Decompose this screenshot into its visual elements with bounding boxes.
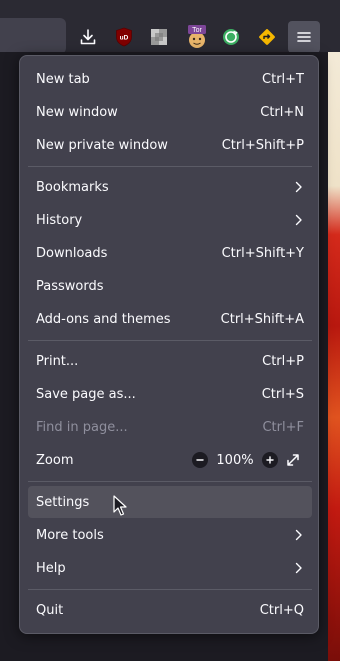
- menu-separator: [28, 589, 312, 590]
- menu-item-label: More tools: [36, 527, 104, 543]
- menu-item-history[interactable]: History: [28, 204, 312, 236]
- menu-item-shortcut: Ctrl+N: [260, 104, 304, 120]
- menu-item-label: Bookmarks: [36, 179, 109, 195]
- menu-separator: [28, 340, 312, 341]
- menu-item-more-tools[interactable]: More tools: [28, 519, 312, 551]
- menu-item-shortcut: Ctrl+Shift+P: [221, 137, 304, 153]
- menu-item-label: Help: [36, 560, 66, 576]
- menu-item-settings[interactable]: Settings: [28, 486, 312, 518]
- menu-item-label: Add-ons and themes: [36, 311, 171, 327]
- chevron-right-icon: [294, 180, 304, 194]
- chevron-right-icon: [294, 561, 304, 575]
- menu-item-label: Find in page...: [36, 419, 128, 435]
- menu-item-shortcut: Ctrl+T: [262, 71, 304, 87]
- ublock-origin-button[interactable]: uD: [108, 21, 140, 53]
- sync-extension-icon: [223, 29, 239, 45]
- menu-item-shortcut: Ctrl+Shift+A: [220, 311, 304, 327]
- menu-item-new-tab[interactable]: New tab Ctrl+T: [28, 63, 312, 95]
- menu-item-shortcut: Ctrl+P: [262, 353, 304, 369]
- downloads-button[interactable]: [72, 21, 104, 53]
- menu-item-bookmarks[interactable]: Bookmarks: [28, 171, 312, 203]
- menu-item-passwords[interactable]: Passwords: [28, 270, 312, 302]
- menu-item-shortcut: Ctrl+F: [262, 419, 304, 435]
- zoom-in-button[interactable]: [262, 452, 278, 468]
- page-image-edge: [328, 52, 340, 661]
- ublock-origin-label: uD: [120, 35, 129, 42]
- chevron-right-icon: [294, 213, 304, 227]
- chevron-right-icon: [294, 528, 304, 542]
- tor-extension-icon: Tor: [188, 25, 206, 48]
- sync-extension-button[interactable]: [215, 21, 247, 53]
- browser-toolbar: uD Tor: [0, 0, 340, 54]
- ublock-origin-icon: uD: [116, 27, 132, 47]
- menu-item-label: Settings: [36, 494, 90, 510]
- menu-item-addons-themes[interactable]: Add-ons and themes Ctrl+Shift+A: [28, 303, 312, 335]
- menu-separator: [28, 481, 312, 482]
- menu-item-shortcut: Ctrl+Q: [259, 602, 304, 618]
- zoom-level-button[interactable]: 100%: [212, 453, 258, 468]
- fullscreen-icon: [287, 454, 299, 466]
- grid-extension-icon: [151, 29, 167, 45]
- plus-icon: [266, 456, 274, 464]
- menu-item-label: New private window: [36, 137, 168, 153]
- app-menu-panel: New tab Ctrl+T New window Ctrl+N New pri…: [19, 55, 319, 634]
- menu-item-new-window[interactable]: New window Ctrl+N: [28, 96, 312, 128]
- menu-item-label: Passwords: [36, 278, 104, 294]
- menu-item-label: New window: [36, 104, 118, 120]
- grid-extension-button[interactable]: [143, 21, 175, 53]
- menu-item-label: Quit: [36, 602, 64, 618]
- menu-item-label: Downloads: [36, 245, 108, 261]
- zoom-out-button[interactable]: [192, 452, 208, 468]
- fullscreen-button[interactable]: [282, 449, 304, 471]
- hamburger-menu-icon: [297, 32, 311, 42]
- menu-item-save-page[interactable]: Save page as... Ctrl+S: [28, 378, 312, 410]
- zoom-controls: 100%: [192, 449, 304, 471]
- menu-item-downloads[interactable]: Downloads Ctrl+Shift+Y: [28, 237, 312, 269]
- direction-sign-icon: [259, 29, 275, 45]
- menu-item-find-in-page[interactable]: Find in page... Ctrl+F: [28, 411, 312, 443]
- mouse-pointer-icon: [113, 495, 127, 516]
- direction-extension-button[interactable]: [251, 21, 283, 53]
- download-icon: [80, 29, 96, 45]
- menu-item-label: New tab: [36, 71, 90, 87]
- menu-item-print[interactable]: Print... Ctrl+P: [28, 345, 312, 377]
- menu-item-new-private-window[interactable]: New private window Ctrl+Shift+P: [28, 129, 312, 161]
- menu-item-quit[interactable]: Quit Ctrl+Q: [28, 594, 312, 626]
- menu-item-label: Print...: [36, 353, 79, 369]
- minus-icon: [196, 459, 204, 461]
- menu-item-label: Save page as...: [36, 386, 136, 402]
- url-bar[interactable]: [0, 18, 66, 54]
- menu-item-label: Zoom: [36, 452, 74, 468]
- menu-item-zoom: Zoom 100%: [28, 444, 312, 476]
- menu-item-label: History: [36, 212, 83, 228]
- tor-extension-button[interactable]: Tor: [181, 21, 213, 53]
- menu-item-shortcut: Ctrl+Shift+Y: [221, 245, 304, 261]
- menu-item-shortcut: Ctrl+S: [261, 386, 304, 402]
- menu-separator: [28, 166, 312, 167]
- menu-item-help[interactable]: Help: [28, 552, 312, 584]
- tor-label: Tor: [192, 27, 202, 34]
- app-menu-button[interactable]: [288, 21, 320, 53]
